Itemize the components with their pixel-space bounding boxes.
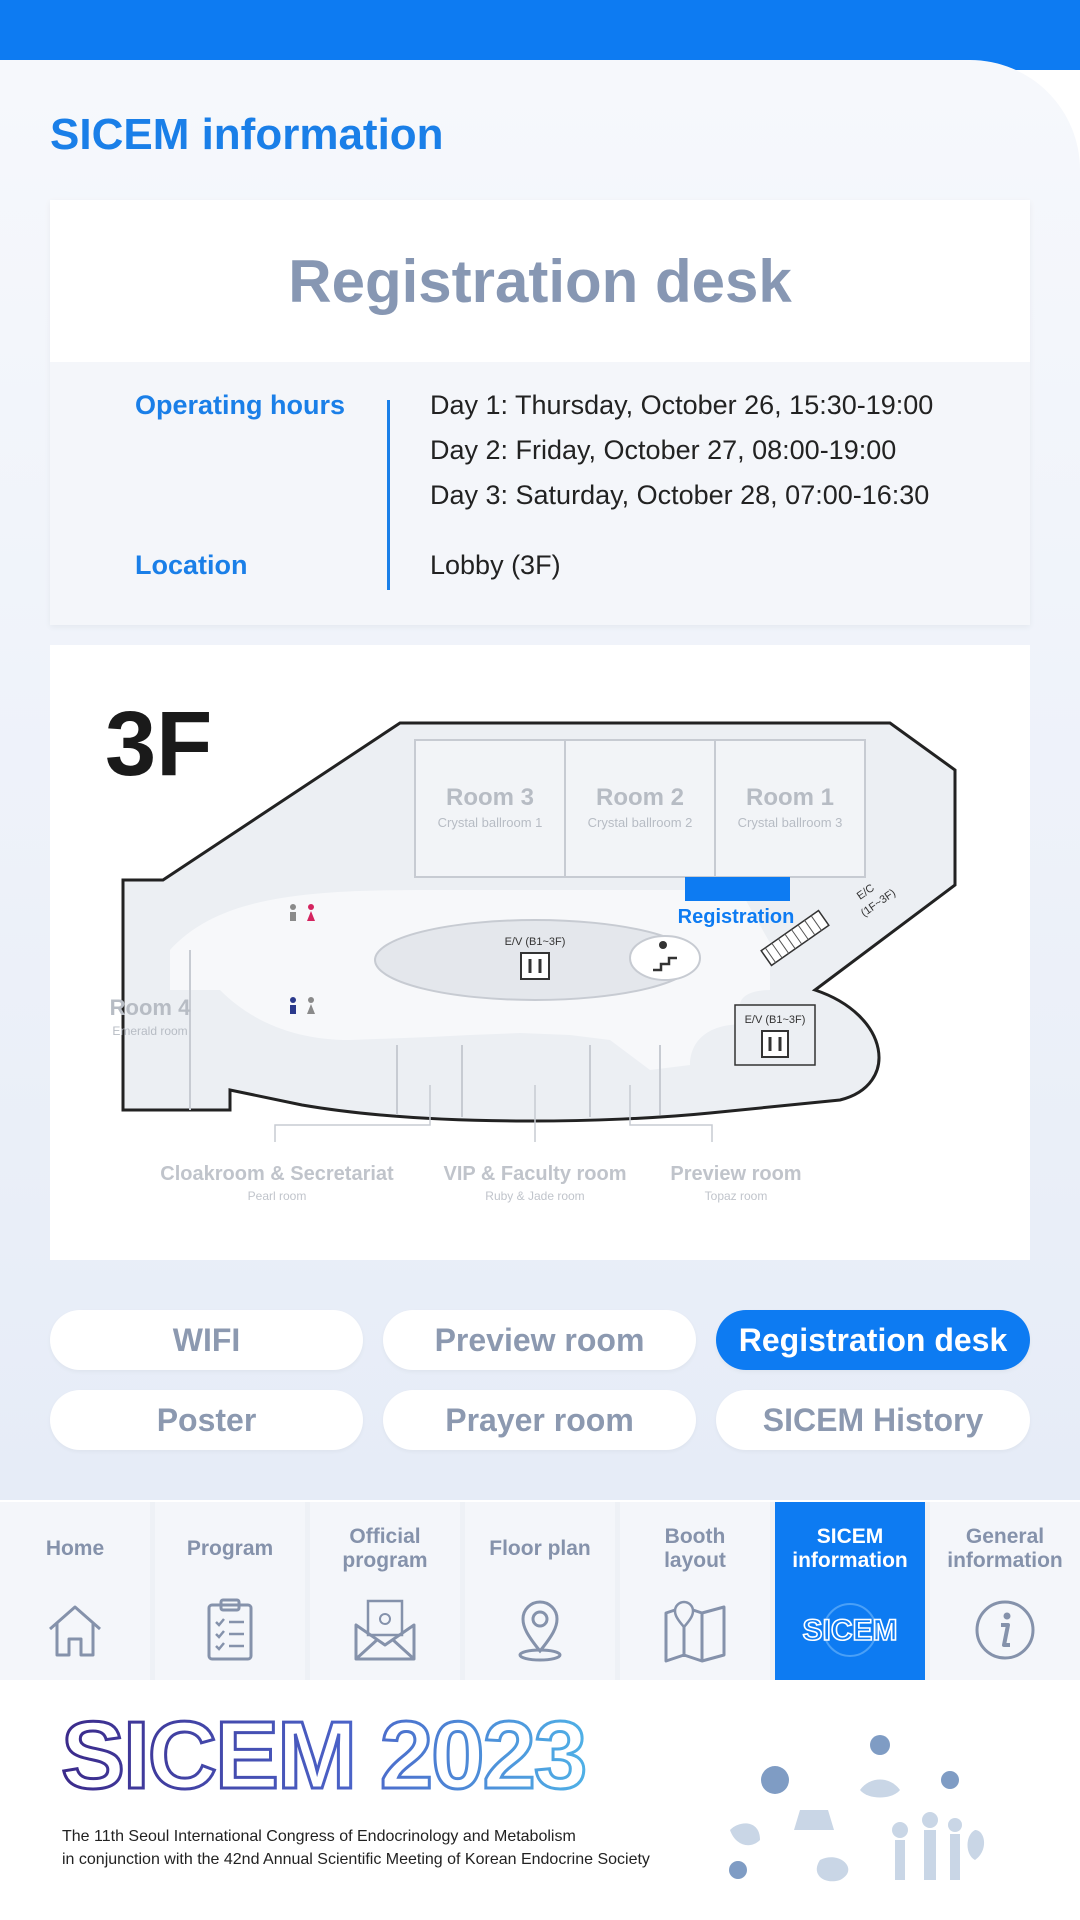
bottom-nav: Home Program Official program Floor plan… [0,1502,1080,1680]
nav-booth-layout-label: Booth layout [664,1524,726,1572]
nav-general-information-label: General information [947,1524,1063,1572]
operating-hours-label: Operating hours [135,390,346,420]
elevator-icon [520,952,550,980]
card-body: Operating hours Day 1: Thursday, October… [50,362,1030,625]
sicem-2023-logo: SICEM 2023 [60,1701,589,1811]
nav-home[interactable]: Home [0,1502,150,1680]
registration-map-label: Registration [678,906,795,928]
preview-room-name: Preview room [670,1163,801,1185]
nav-official-program-label: Official program [342,1524,428,1572]
sicem-logo-icon: SICEM [795,1590,905,1670]
divider [387,400,390,590]
floor-map: Room 3 Crystal ballroom 1 Room 2 Crystal… [105,693,957,1203]
ballroom-block: Room 3 Crystal ballroom 1 Room 2 Crystal… [414,739,866,878]
nav-general-information[interactable]: General information [930,1502,1080,1680]
tab-wifi[interactable]: WIFI [50,1310,363,1370]
info-icon [965,1590,1045,1670]
room-3-name: Room 3 [446,784,534,811]
floor-map-card: Room 3 Crystal ballroom 1 Room 2 Crystal… [50,645,1030,1260]
location-label: Location [135,550,248,580]
room-4-sub: Emerald room [112,1024,187,1038]
day-2-hours: Day 2: Friday, October 27, 08:00-19:00 [430,435,897,465]
nav-official-program[interactable]: Official program [310,1502,460,1680]
vip-room-sub: Ruby & Jade room [485,1189,584,1203]
preview-room-sub: Topaz room [705,1189,768,1203]
room-4-name: Room 4 [110,995,191,1020]
room-3-sub: Crystal ballroom 1 [438,815,543,830]
cloakroom-sub: Pearl room [248,1189,307,1203]
elevator-right-label: E/V (B1~3F) [745,1014,806,1026]
nav-floor-plan[interactable]: Floor plan [465,1502,615,1680]
tab-preview-room[interactable]: Preview room [383,1310,696,1370]
day-1-hours: Day 1: Thursday, October 26, 15:30-19:00 [430,390,934,420]
nav-home-label: Home [45,1536,105,1560]
envelope-icon [345,1590,425,1670]
nav-sicem-information-label: SICEM information [792,1524,908,1572]
nav-booth-layout[interactable]: Booth layout [620,1502,770,1680]
science-illustration [729,1735,985,1882]
cloakroom-name: Cloakroom & Secretariat [160,1163,394,1185]
footer-line-2: in conjunction with the 42nd Annual Scie… [62,1851,650,1868]
registration-marker [685,877,790,901]
card-header: Registration desk [50,200,1030,362]
page-title: SICEM information [50,110,444,159]
room-1-sub: Crystal ballroom 3 [738,815,843,830]
clipboard-icon [190,1590,270,1670]
sicem-icon-text: SICEM [802,1614,897,1647]
room-2-sub: Crystal ballroom 2 [588,815,693,830]
card-title: Registration desk [288,247,792,315]
footer-line-1: The 11th Seoul International Congress of… [62,1828,576,1845]
tab-poster[interactable]: Poster [50,1390,363,1450]
home-icon [35,1590,115,1670]
room-1-name: Room 1 [746,784,834,811]
footer: SICEM 2023 The 11th Seoul International … [0,1680,1080,1920]
vip-room-name: VIP & Faculty room [443,1163,626,1185]
tab-registration-desk[interactable]: Registration desk [716,1310,1030,1370]
nav-program-label: Program [186,1536,274,1560]
tab-prayer-room[interactable]: Prayer room [383,1390,696,1450]
nav-sicem-information[interactable]: SICEM information SICEM [775,1502,925,1680]
nav-program[interactable]: Program [155,1502,305,1680]
day-3-hours: Day 3: Saturday, October 28, 07:00-16:30 [430,480,930,510]
location-value: Lobby (3F) [430,550,561,580]
map-icon [655,1590,735,1670]
logo-text: SICEM 2023 [61,1702,585,1809]
nav-floor-plan-label: Floor plan [489,1536,591,1560]
location-pin-icon [500,1590,580,1670]
tab-sicem-history[interactable]: SICEM History [716,1390,1030,1450]
registration-info-card: Registration desk Operating hours Day 1:… [50,200,1030,625]
room-2-name: Room 2 [596,784,684,811]
elevator-center-label: E/V (B1~3F) [505,936,566,948]
floor-label: 3F [105,693,212,795]
